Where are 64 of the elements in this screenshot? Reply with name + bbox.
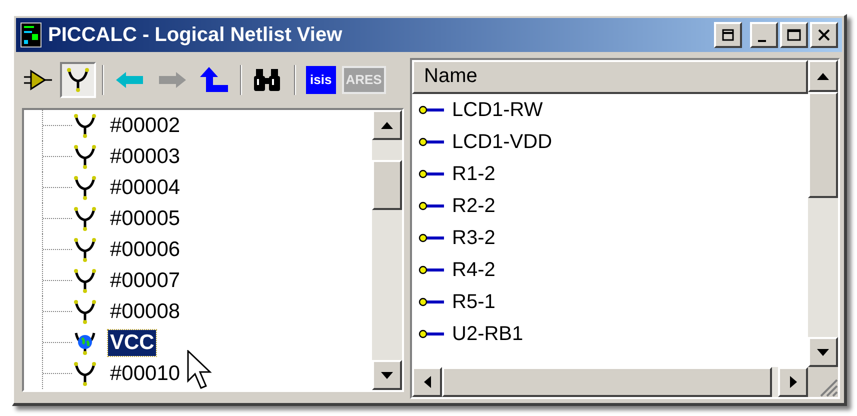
tree-item[interactable]: #00006 [108, 236, 182, 262]
close-icon [816, 28, 832, 42]
tree-item[interactable]: #00007 [108, 268, 182, 294]
scroll-down-icon [817, 348, 829, 356]
scroll-up-icon [817, 72, 829, 80]
tree-item[interactable]: #00010 [108, 360, 182, 386]
tree-item[interactable]: #00004 [108, 174, 182, 200]
tree-item[interactable]: #00005 [108, 206, 182, 232]
vertical-scrollbar[interactable] [808, 60, 838, 367]
scroll-up-icon [381, 122, 393, 128]
pin-name[interactable]: R2-2 [452, 191, 496, 221]
net-icon [72, 298, 98, 326]
close-button[interactable] [810, 22, 838, 48]
pin-name[interactable]: R4-2 [452, 255, 496, 285]
binoculars-icon [253, 67, 283, 93]
net-icon [72, 360, 98, 388]
scroll-right-icon [790, 376, 796, 388]
pin-name[interactable]: LCD1-VDD [452, 127, 552, 157]
pin-icon [418, 168, 444, 180]
horizontal-scrollbar[interactable] [412, 367, 808, 397]
pin-icon [418, 104, 444, 116]
left-arrow-icon [115, 70, 145, 90]
pin-name[interactable]: R3-2 [452, 223, 496, 253]
logo-button[interactable]: isis [306, 66, 336, 94]
net-icon [72, 204, 98, 232]
pin-icon [418, 328, 444, 340]
tree-item[interactable]: #00008 [108, 298, 182, 324]
pin-name[interactable]: LCD1-RW [452, 95, 543, 125]
window-title: PICCALC - Logical Netlist View [48, 23, 342, 48]
pin-icon [418, 200, 444, 212]
net-icon [72, 112, 98, 140]
pin-name[interactable]: U2-RB1 [452, 319, 524, 349]
column-header[interactable]: Name [412, 60, 808, 94]
scroll-thumb[interactable] [442, 367, 772, 397]
minimize-button[interactable] [750, 22, 778, 48]
right-arrow-icon [157, 70, 187, 90]
scroll-left-icon [424, 376, 430, 388]
app-icon [20, 22, 42, 48]
vertical-scrollbar[interactable] [372, 110, 402, 390]
net-icon [65, 66, 91, 94]
maximize-button[interactable] [780, 22, 808, 48]
restore-button[interactable] [714, 22, 742, 48]
scroll-thumb[interactable] [808, 92, 838, 198]
net-icon [72, 236, 98, 264]
pin-icon [418, 264, 444, 276]
up-arrow-icon [199, 66, 229, 94]
pin-icon [418, 232, 444, 244]
pin-name[interactable]: R1-2 [452, 159, 496, 189]
minimize-icon [758, 40, 766, 42]
net-icon [72, 266, 98, 294]
scroll-thumb[interactable] [372, 160, 402, 210]
pin-icon [418, 136, 444, 148]
maximize-icon [786, 28, 802, 42]
net-tool-button[interactable] [60, 62, 96, 98]
net-icon [72, 142, 98, 170]
pin-icon [23, 68, 53, 92]
pin-name[interactable]: R5-1 [452, 287, 496, 317]
tree-item[interactable]: #00002 [108, 112, 182, 138]
tree-item[interactable]: #00003 [108, 144, 182, 170]
tree-item[interactable]: VCC [108, 330, 156, 356]
restore-icon [720, 28, 736, 42]
scroll-down-icon [381, 372, 393, 378]
net-icon [72, 174, 98, 202]
pin-icon [418, 296, 444, 308]
